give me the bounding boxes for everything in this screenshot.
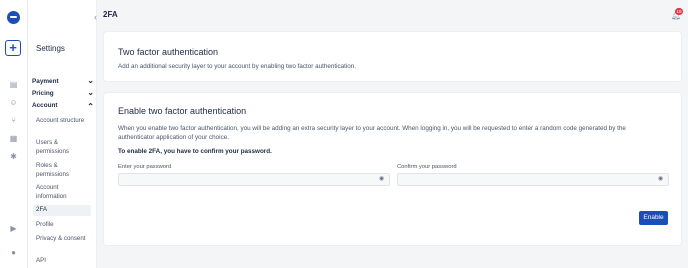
password-field: ◉ — [118, 173, 390, 186]
sidebar-group-label: Payment — [32, 78, 59, 85]
calendar-icon[interactable]: ▦ — [9, 134, 18, 143]
enable-card-title: Enable two factor authentication — [118, 106, 247, 116]
sidebar-item-api[interactable]: API — [33, 256, 91, 267]
notifications-button[interactable]: 🔔︎ 19 — [669, 8, 683, 22]
logo-icon[interactable] — [7, 11, 20, 24]
page-header: 2FA — [97, 0, 688, 28]
password-label: Enter your password — [118, 164, 172, 170]
enable-2fa-card: Enable two factor authentication When yo… — [103, 92, 682, 246]
intro-card: Two factor authentication Add an additio… — [103, 31, 682, 82]
bell-rail-icon[interactable]: ● — [9, 248, 18, 257]
sidebar-item-2fa[interactable]: 2FA — [33, 205, 91, 216]
settings-sidebar: ‹ Settings Payment ⌄ Pricing ⌄ Account ⌃… — [28, 0, 97, 268]
sidebar-item-account-structure[interactable]: Account structure — [33, 116, 91, 127]
page-title: 2FA — [103, 10, 118, 19]
branch-icon[interactable]: ⑂ — [9, 116, 18, 125]
chevron-down-icon: ⌄ — [87, 76, 94, 85]
chevron-down-icon: ⌄ — [87, 88, 94, 97]
icon-rail: + ▤ ☺ ⑂ ▦ ✱ ▶ ● — [0, 0, 28, 268]
confirm-password-label: Confirm your password — [397, 164, 457, 170]
sidebar-item-roles-permissions[interactable]: Roles & permissions — [33, 161, 91, 180]
enable-card-description: When you enable two factor authenticatio… — [118, 125, 626, 141]
sidebar-title: Settings — [36, 44, 65, 53]
show-password-eye-icon[interactable]: ◉ — [379, 176, 385, 182]
password-input[interactable] — [119, 174, 389, 185]
play-icon[interactable]: ▶ — [9, 224, 18, 233]
show-confirm-password-eye-icon[interactable]: ◉ — [658, 176, 664, 182]
sidebar-group-payment[interactable]: Payment ⌄ — [32, 76, 94, 87]
enable-button[interactable]: Enable — [639, 211, 668, 225]
notification-badge: 19 — [675, 8, 683, 15]
chevron-up-icon: ⌃ — [87, 102, 94, 111]
users-icon[interactable]: ☺ — [9, 98, 18, 107]
sidebar-item-profile[interactable]: Profile — [33, 220, 91, 231]
sidebar-group-account[interactable]: Account ⌃ — [32, 100, 94, 111]
sidebar-group-pricing[interactable]: Pricing ⌄ — [32, 88, 94, 99]
intro-card-description: Add an additional security layer to your… — [118, 63, 357, 70]
sidebar-group-label: Pricing — [32, 90, 54, 97]
sidebar-item-privacy-consent[interactable]: Privacy & consent — [33, 234, 91, 245]
sidebar-group-label: Account — [32, 102, 58, 109]
puzzle-icon[interactable]: ✱ — [9, 152, 18, 161]
intro-card-title: Two factor authentication — [118, 47, 219, 57]
sidebar-item-account-information[interactable]: Account information — [33, 183, 91, 202]
layers-icon[interactable]: ▤ — [9, 80, 18, 89]
confirm-password-input[interactable] — [398, 174, 668, 185]
add-button[interactable]: + — [5, 40, 21, 56]
enable-card-instruction: To enable 2FA, you have to confirm your … — [118, 148, 272, 155]
sidebar-item-users-permissions[interactable]: Users & permissions — [33, 138, 91, 157]
confirm-password-field: ◉ — [397, 173, 669, 186]
